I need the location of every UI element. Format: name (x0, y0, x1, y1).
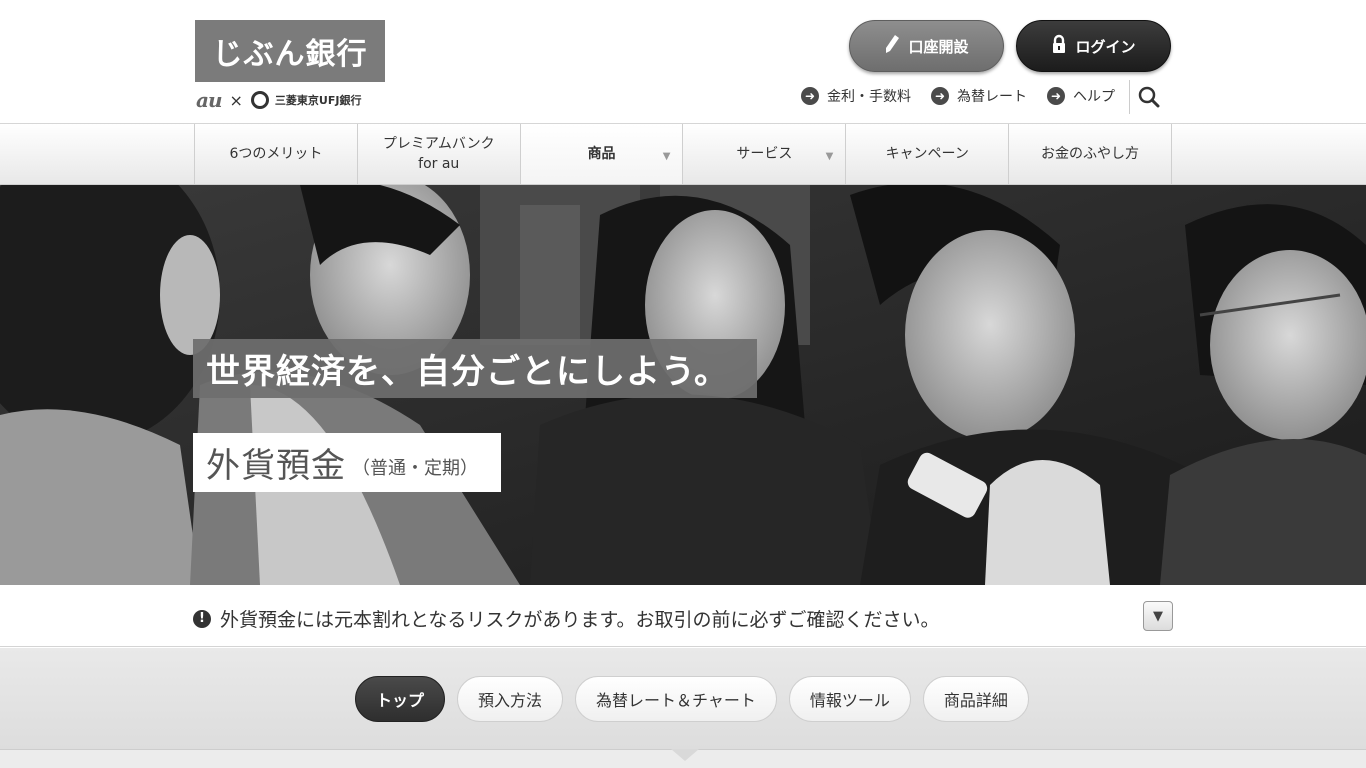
jibun-bank-logo[interactable]: じぶん銀行 (195, 20, 385, 82)
link-rates-fees[interactable]: ➜ 金利・手数料 (801, 86, 911, 106)
dropdown-triangle-icon: ▼ (662, 151, 671, 162)
nav-item-sublabel: for au (418, 156, 460, 172)
exclamation-icon: ! (193, 609, 211, 628)
nav-item-campaign[interactable]: キャンペーン (846, 124, 1010, 184)
nav-item-services[interactable]: サービス ▼ (683, 124, 847, 184)
hero-product-label: 外貨預金 （普通・定期） (193, 433, 501, 492)
sub-tabs-area: トップ 預入方法 為替レート＆チャート 情報ツール 商品詳細 (0, 648, 1366, 750)
search-icon[interactable] (1138, 86, 1160, 108)
login-label: ログイン (1075, 37, 1136, 56)
times-symbol: × (229, 90, 243, 110)
mufg-bank-name: 三菱東京UFJ銀行 (274, 94, 362, 107)
login-button[interactable]: ログイン (1016, 20, 1171, 72)
tab-product-details[interactable]: 商品詳細 (922, 676, 1029, 722)
active-tab-pointer (671, 749, 699, 761)
risk-notice-text: 外貨預金には元本割れとなるリスクがあります。お取引の前に必ずご確認ください。 (220, 609, 940, 631)
tab-deposit-method[interactable]: 預入方法 (457, 676, 564, 722)
link-exchange-rate[interactable]: ➜ 為替レート (931, 86, 1027, 106)
arrow-right-icon: ➜ (931, 87, 949, 105)
nav-item-label: 6つのメリット (229, 146, 323, 162)
nav-item-label: お金のふやし方 (1041, 146, 1140, 162)
nav-item-label: キャンペーン (885, 146, 969, 162)
dropdown-triangle-icon: ▼ (825, 151, 834, 162)
nav-item-label: 商品 (587, 146, 616, 162)
open-account-button[interactable]: 口座開設 (849, 20, 1004, 72)
nav-item-label: プレミアムバンク (382, 136, 495, 152)
hero-banner: 世界経済を、自分ごとにしよう。 外貨預金 （普通・定期） (0, 185, 1366, 585)
product-name: 外貨預金 (206, 446, 346, 486)
hero-catchphrase: 世界経済を、自分ごとにしよう。 (193, 339, 757, 398)
au-logo: au (196, 88, 222, 112)
nav-item-label: サービス (736, 146, 793, 162)
partner-logos: au × 三菱東京UFJ銀行 (196, 88, 362, 112)
mufg-mark-icon (250, 91, 269, 109)
risk-expand-button[interactable]: ▼ (1143, 601, 1173, 631)
nav-item-money-growth[interactable]: お金のふやし方 (1009, 124, 1172, 184)
open-account-label: 口座開設 (908, 37, 969, 56)
lock-icon (1051, 34, 1067, 59)
tab-rates-chart[interactable]: 為替レート＆チャート (575, 676, 777, 722)
global-nav: 6つのメリット プレミアムバンク for au 商品 ▼ サービス ▼ キャンペ… (0, 124, 1366, 185)
risk-notice: ! 外貨預金には元本割れとなるリスクがあります。お取引の前に必ずご確認ください。 (193, 605, 940, 632)
site-header: じぶん銀行 au × 三菱東京UFJ銀行 口座開設 ログイン ➜ 金利・手数料 … (0, 0, 1366, 124)
tab-info-tools[interactable]: 情報ツール (788, 676, 911, 722)
arrow-right-icon: ➜ (801, 87, 819, 105)
risk-notice-bar: ! 外貨預金には元本割れとなるリスクがあります。お取引の前に必ずご確認ください。… (0, 585, 1366, 647)
link-exchange-rate-label: 為替レート (957, 89, 1027, 105)
sub-tabs: トップ 預入方法 為替レート＆チャート 情報ツール 商品詳細 (355, 676, 1041, 722)
tab-top[interactable]: トップ (355, 676, 446, 722)
link-help[interactable]: ➜ ヘルプ (1047, 86, 1115, 106)
utility-links: ➜ 金利・手数料 ➜ 為替レート ➜ ヘルプ (801, 86, 1135, 106)
arrow-right-icon: ➜ (1047, 87, 1065, 105)
nav-item-products[interactable]: 商品 ▼ (520, 124, 684, 184)
divider (1129, 80, 1130, 114)
nav-item-merits[interactable]: 6つのメリット (195, 124, 358, 184)
pencil-icon (884, 34, 900, 59)
link-rates-fees-label: 金利・手数料 (827, 89, 911, 105)
nav-item-premium-bank[interactable]: プレミアムバンク for au (358, 124, 521, 184)
link-help-label: ヘルプ (1073, 89, 1115, 105)
product-subtype: （普通・定期） (352, 457, 478, 479)
